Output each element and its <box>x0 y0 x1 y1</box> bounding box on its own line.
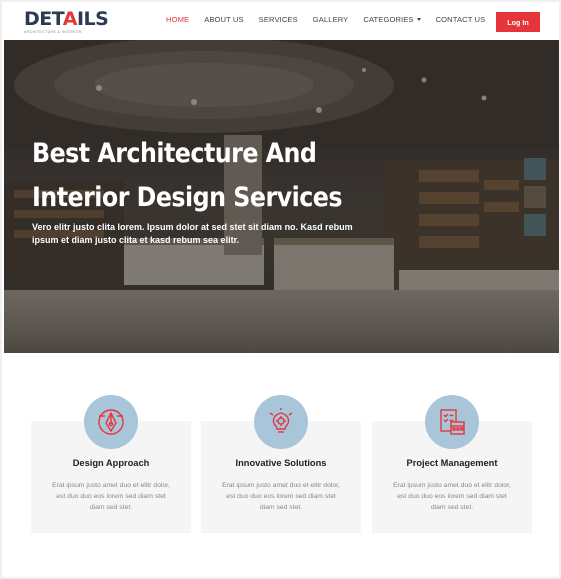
feature-title: Innovative Solutions <box>235 458 327 468</box>
hero-title: Best Architecture And Interior Design Se… <box>32 132 343 220</box>
nav-home[interactable]: HOME <box>166 15 189 24</box>
hero-description: Vero elitr justo clita lorem. Ipsum dolo… <box>32 222 353 245</box>
feature-card-innovative: Innovative Solutions Erat ipsum justo am… <box>201 395 361 533</box>
feature-title: Design Approach <box>72 458 150 468</box>
hero-title-line-2: Interior Design Services <box>32 182 343 213</box>
navbar: DETAILS ARCHITECTURE & INTERIOR HOME ABO… <box>2 2 559 40</box>
feature-text: Erat ipsum justo amet duo et elitr dolor… <box>393 482 511 511</box>
login-button[interactable]: Log In <box>496 12 540 32</box>
feature-text: Erat ipsum justo amet duo et elitr dolor… <box>52 482 170 511</box>
features-section: Design Approach Erat ipsum justo amet du… <box>2 353 559 577</box>
feature-text: Erat ipsum justo amet duo et elitr dolor… <box>222 482 340 511</box>
feature-icon-circle <box>425 395 479 449</box>
logo-subtitle: ARCHITECTURE & INTERIOR <box>24 30 82 34</box>
main-nav: HOME ABOUT US SERVICES GALLERY CATEGORIE… <box>166 15 533 24</box>
feature-icon-circle <box>84 395 138 449</box>
checklist-calendar-icon <box>440 409 465 435</box>
chevron-down-icon <box>416 18 421 21</box>
logo-wordmark: DETAILS <box>24 8 109 30</box>
feature-icon-circle <box>254 395 308 449</box>
hero-banner: Best Architecture And Interior Design Se… <box>4 40 559 353</box>
logo[interactable]: DETAILS ARCHITECTURE & INTERIOR <box>24 8 109 36</box>
hero-title-line-1: Best Architecture And <box>32 138 317 169</box>
page: DETAILS ARCHITECTURE & INTERIOR HOME ABO… <box>2 2 559 577</box>
nav-services[interactable]: SERVICES <box>259 15 298 24</box>
feature-title: Project Management <box>406 458 498 468</box>
nav-categories[interactable]: CATEGORIES <box>363 15 421 24</box>
lightbulb-gear-icon <box>269 408 293 433</box>
nav-categories-label: CATEGORIES <box>363 15 414 24</box>
feature-card-design: Design Approach Erat ipsum justo amet du… <box>31 395 191 533</box>
nav-about[interactable]: ABOUT US <box>204 15 243 24</box>
feature-card-project: Project Management Erat ipsum justo amet… <box>372 395 532 533</box>
pen-tool-icon <box>98 409 124 435</box>
nav-gallery[interactable]: GALLERY <box>313 15 349 24</box>
nav-contact[interactable]: CONTACT US <box>436 15 486 24</box>
